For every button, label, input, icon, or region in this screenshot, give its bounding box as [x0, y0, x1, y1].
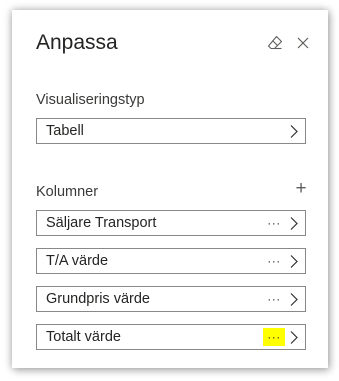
- more-options-icon[interactable]: ···: [263, 328, 285, 346]
- column-item-label: Totalt värde: [46, 329, 121, 345]
- eraser-icon[interactable]: [266, 34, 284, 52]
- chevron-right-icon: [289, 216, 299, 231]
- visualization-type-value: Tabell: [46, 123, 84, 139]
- columns-label: Kolumner: [36, 184, 99, 200]
- column-item[interactable]: Säljare Transport ···: [36, 210, 306, 236]
- visualization-type-label: Visualiseringstyp: [36, 92, 145, 108]
- more-options-icon[interactable]: ···: [263, 214, 285, 232]
- chevron-right-icon: [289, 124, 299, 139]
- chevron-right-icon: [289, 330, 299, 345]
- chevron-right-icon: [289, 254, 299, 269]
- column-item[interactable]: Grundpris värde ···: [36, 286, 306, 312]
- chevron-right-icon: [289, 292, 299, 307]
- add-column-icon[interactable]: +: [294, 178, 308, 200]
- customize-panel: Anpassa Visualiseringstyp Tabell Kolumne…: [12, 10, 328, 368]
- column-item-label: Säljare Transport: [46, 215, 157, 231]
- column-item[interactable]: Totalt värde ···: [36, 324, 306, 350]
- column-item[interactable]: T/A värde ···: [36, 248, 306, 274]
- more-options-icon[interactable]: ···: [263, 252, 285, 270]
- panel-title: Anpassa: [36, 31, 118, 54]
- column-item-label: Grundpris värde: [46, 291, 150, 307]
- close-icon[interactable]: [294, 34, 312, 52]
- column-item-label: T/A värde: [46, 253, 109, 269]
- screenshot-canvas: Anpassa Visualiseringstyp Tabell Kolumne…: [0, 0, 339, 381]
- panel-header: Anpassa: [36, 30, 314, 60]
- more-options-icon[interactable]: ···: [263, 290, 285, 308]
- visualization-type-select[interactable]: Tabell: [36, 118, 306, 144]
